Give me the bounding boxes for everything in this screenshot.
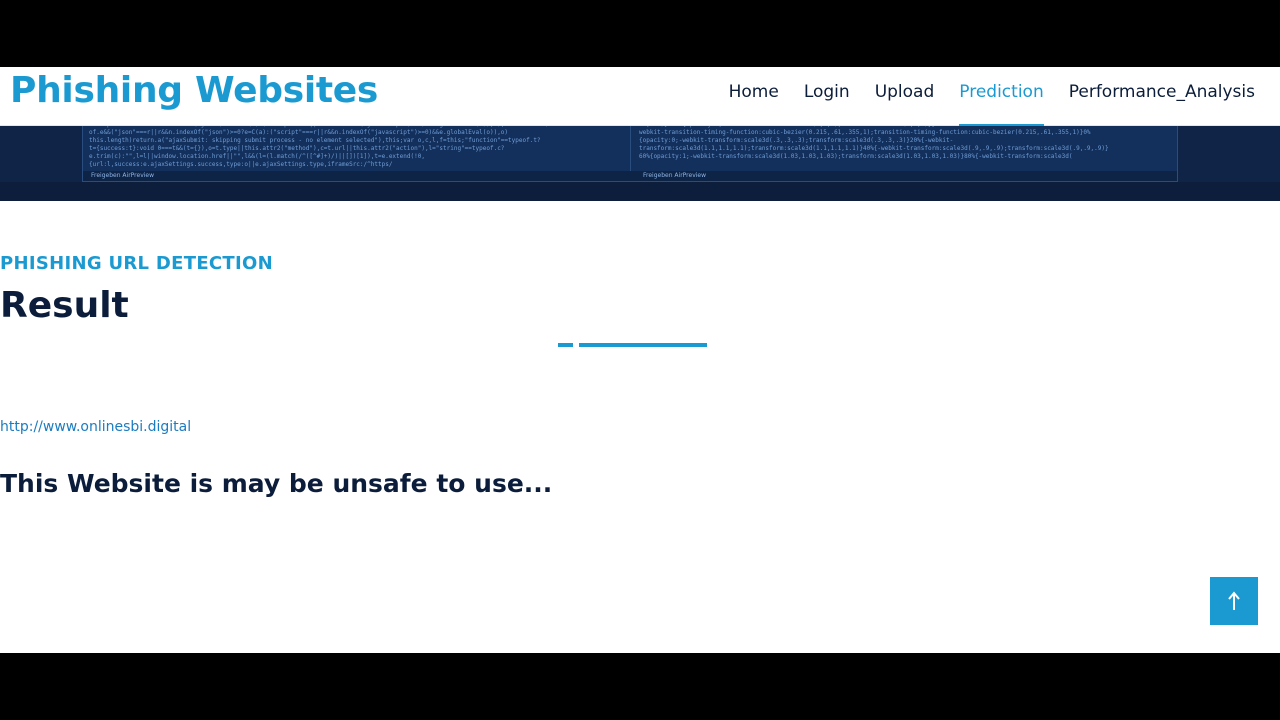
checked-url: http://www.onlinesbi.digital <box>0 419 192 435</box>
nav-item-performance-analysis[interactable]: Performance_Analysis <box>1069 67 1255 126</box>
video-letterbox-bottom <box>0 653 1280 720</box>
hero-editor-statusbar: Freigeben AirPreview Freigeben AirPrevie… <box>83 171 1177 181</box>
nav-item-upload[interactable]: Upload <box>875 67 935 126</box>
title-underline-long <box>579 343 707 347</box>
hero-status-left: Freigeben AirPreview <box>91 172 155 179</box>
title-underline-short <box>558 343 573 347</box>
browser-viewport: Phishing Websites Home Login Upload Pred… <box>0 67 1280 653</box>
hero-banner: this.parsererror"===e.indexOf("json")>=0… <box>0 126 1280 201</box>
brand-title[interactable]: Phishing Websites <box>10 70 378 111</box>
nav-menu: Home Login Upload Prediction Performance… <box>729 67 1255 126</box>
nav-item-prediction[interactable]: Prediction <box>959 67 1045 126</box>
prediction-result: This Website is may be unsafe to use... <box>0 469 553 498</box>
page-title: Result <box>0 285 129 326</box>
video-letterbox-top <box>0 0 1280 67</box>
section-eyebrow: PHISHING URL DETECTION <box>0 253 273 274</box>
arrow-up-icon <box>1228 591 1240 610</box>
scroll-to-top-button[interactable] <box>1210 577 1258 625</box>
hero-status-right: Freigeben AirPreview <box>643 172 707 179</box>
nav-item-login[interactable]: Login <box>804 67 850 126</box>
hero-shade <box>0 182 1280 201</box>
nav-item-home[interactable]: Home <box>729 67 779 126</box>
navbar: Phishing Websites Home Login Upload Pred… <box>0 67 1280 126</box>
hero-code-image: this.parsererror"===e.indexOf("json")>=0… <box>82 126 1178 183</box>
